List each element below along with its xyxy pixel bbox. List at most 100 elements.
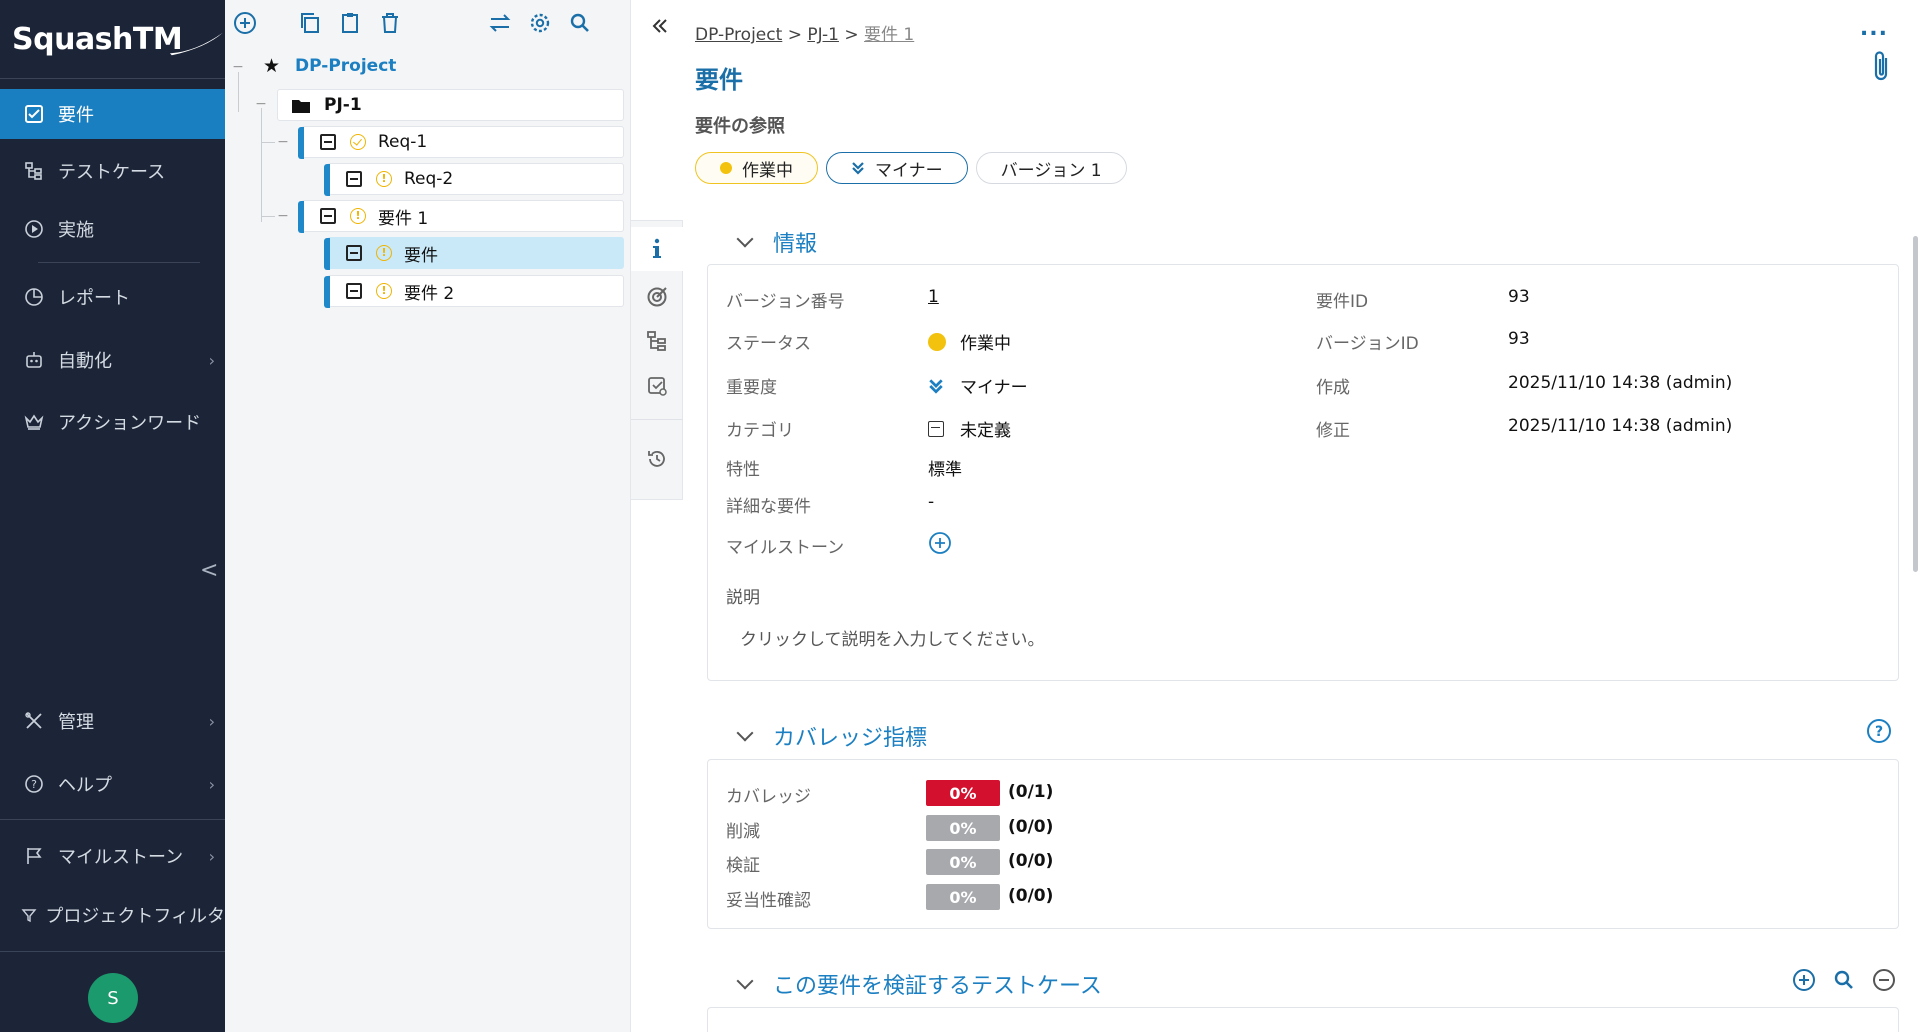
- logo-swoosh-icon: [170, 32, 224, 56]
- nav-item-automation[interactable]: 自動化 ›: [0, 335, 225, 385]
- rail-coverage-button[interactable]: [631, 275, 683, 319]
- nav-item-execution[interactable]: 実施: [0, 204, 225, 254]
- star-icon: ★: [263, 55, 281, 77]
- label-description: 説明: [726, 588, 760, 608]
- add-milestone-button[interactable]: [928, 531, 952, 560]
- breadcrumb-item-current[interactable]: 要件 1: [864, 25, 914, 45]
- reference-label: 要件の参照: [695, 116, 785, 137]
- search-icon: [1834, 970, 1853, 989]
- rail-info-button[interactable]: [631, 227, 683, 271]
- nav-item-reports[interactable]: レポート: [0, 272, 225, 322]
- version-pill[interactable]: バージョン 1: [975, 152, 1127, 184]
- settings-button[interactable]: [525, 8, 555, 38]
- criticality-pill[interactable]: マイナー: [826, 152, 968, 184]
- criticality-pill-label: マイナー: [875, 160, 943, 181]
- nav-item-help[interactable]: ? ヘルプ ›: [0, 759, 225, 809]
- filter-icon: [18, 903, 39, 927]
- coverage-section-header[interactable]: カバレッジ指標: [736, 720, 927, 752]
- value-nature[interactable]: 標準: [928, 455, 962, 480]
- chevron-down-icon: [736, 972, 754, 990]
- delete-button[interactable]: [375, 8, 405, 38]
- vertical-scrollbar[interactable]: [1913, 236, 1918, 572]
- tree-project-label[interactable]: DP-Project: [295, 56, 396, 76]
- nav-divider: [0, 951, 225, 952]
- clipboard-icon: [342, 13, 358, 33]
- rail-tree-button[interactable]: [631, 319, 683, 363]
- add-circle-icon: [234, 12, 256, 34]
- chevron-right-icon: ›: [208, 846, 215, 866]
- more-menu-button[interactable]: ...: [1860, 16, 1888, 41]
- warning-circle-icon: !: [376, 171, 392, 187]
- value-status: 作業中: [960, 334, 1011, 354]
- collapse-toggle[interactable]: −: [232, 60, 244, 74]
- add-testcase-button[interactable]: [1792, 968, 1816, 996]
- search-button[interactable]: [565, 8, 595, 38]
- requirement-checkbox-icon: [346, 245, 362, 261]
- tree-node-requirement[interactable]: ! 要件 1: [298, 200, 624, 233]
- tree-node-label: 要件 2: [404, 283, 455, 304]
- nav-item-requirements[interactable]: 要件: [0, 89, 225, 139]
- nav-label: テストケース: [58, 162, 166, 183]
- tree-node-requirement[interactable]: ! 要件 2: [324, 275, 624, 308]
- logo[interactable]: SquashTM: [0, 0, 225, 78]
- nav-divider: [0, 819, 225, 820]
- tree-node-label: PJ-1: [324, 95, 362, 115]
- requirement-checkbox-icon: [320, 208, 336, 224]
- paste-button[interactable]: [335, 8, 365, 38]
- report-pie-icon: [22, 285, 46, 309]
- collapse-toggle[interactable]: −: [255, 97, 267, 111]
- double-chevron-left-icon: [652, 19, 667, 33]
- requirements-icon: [22, 102, 46, 126]
- tree-node-requirement-selected[interactable]: ! 要件: [324, 237, 624, 270]
- gear-icon: [530, 13, 550, 33]
- transfer-button[interactable]: [485, 8, 515, 38]
- collapse-tree-button[interactable]: [651, 16, 669, 41]
- tree-node-requirement[interactable]: Req-1: [298, 126, 624, 159]
- tree-node-folder[interactable]: PJ-1: [277, 89, 624, 121]
- nav-item-action-words[interactable]: アクションワード: [0, 397, 225, 447]
- category-field[interactable]: 未定義: [928, 416, 1011, 441]
- nav-item-milestones[interactable]: マイルストーン ›: [0, 831, 225, 881]
- nav-divider: [38, 262, 200, 263]
- coverage-row-label: 検証: [726, 856, 760, 876]
- remove-testcase-button[interactable]: [1872, 968, 1896, 996]
- tree-node-requirement[interactable]: ! Req-2: [324, 163, 624, 196]
- coverage-ratio: (0/0): [1008, 886, 1054, 906]
- copy-button[interactable]: [295, 8, 325, 38]
- coverage-percent-badge: 0%: [926, 815, 1000, 841]
- collapse-toggle[interactable]: −: [277, 209, 289, 223]
- criticality-field[interactable]: マイナー: [928, 373, 1028, 398]
- search-testcase-button[interactable]: [1832, 968, 1856, 996]
- coverage-ratio: (0/0): [1008, 851, 1054, 871]
- status-field[interactable]: 作業中: [928, 329, 1011, 354]
- nav-item-test-cases[interactable]: テストケース: [0, 146, 225, 196]
- info-section-header[interactable]: 情報: [736, 226, 817, 258]
- breadcrumb-item[interactable]: DP-Project: [695, 25, 782, 45]
- description-editor[interactable]: クリックして説明を入力してください。: [740, 625, 1044, 650]
- double-chevron-down-icon: [852, 162, 864, 175]
- info-icon: [653, 238, 661, 258]
- nav-collapse-button[interactable]: <: [200, 558, 218, 583]
- breadcrumb-item[interactable]: PJ-1: [807, 25, 839, 45]
- app-root: SquashTM 要件 テストケース 実施 レポート 自動化 › アクションワー…: [0, 0, 1920, 1032]
- rail-verification-button[interactable]: [631, 364, 683, 408]
- coverage-help-button[interactable]: ?: [1866, 718, 1892, 748]
- add-button[interactable]: [230, 8, 260, 38]
- nav-divider: [0, 78, 225, 79]
- attachments-button[interactable]: [1870, 48, 1892, 88]
- verifying-testcases-section-header[interactable]: この要件を検証するテストケース: [736, 968, 1102, 1000]
- label-version-id: バージョンID: [1316, 334, 1419, 354]
- nav-item-project-filter[interactable]: プロジェクトフィルタ: [0, 890, 225, 940]
- requirement-detail: DP-Project > PJ-1 > 要件 1 ... 要件 要件の参照 作業…: [652, 0, 1920, 1032]
- tree-toolbar: [225, 8, 631, 38]
- collapse-toggle[interactable]: −: [277, 135, 289, 149]
- tree-node-label: Req-2: [404, 169, 454, 189]
- logo-text: SquashTM: [12, 21, 183, 57]
- status-pill[interactable]: 作業中: [695, 152, 818, 184]
- rail-history-button[interactable]: [631, 437, 683, 481]
- value-version-no[interactable]: 1: [928, 287, 939, 307]
- nav-label: アクションワード: [58, 413, 202, 434]
- avatar[interactable]: S: [88, 973, 138, 1023]
- nav-item-admin[interactable]: 管理 ›: [0, 696, 225, 746]
- check-circle-icon: [350, 134, 366, 150]
